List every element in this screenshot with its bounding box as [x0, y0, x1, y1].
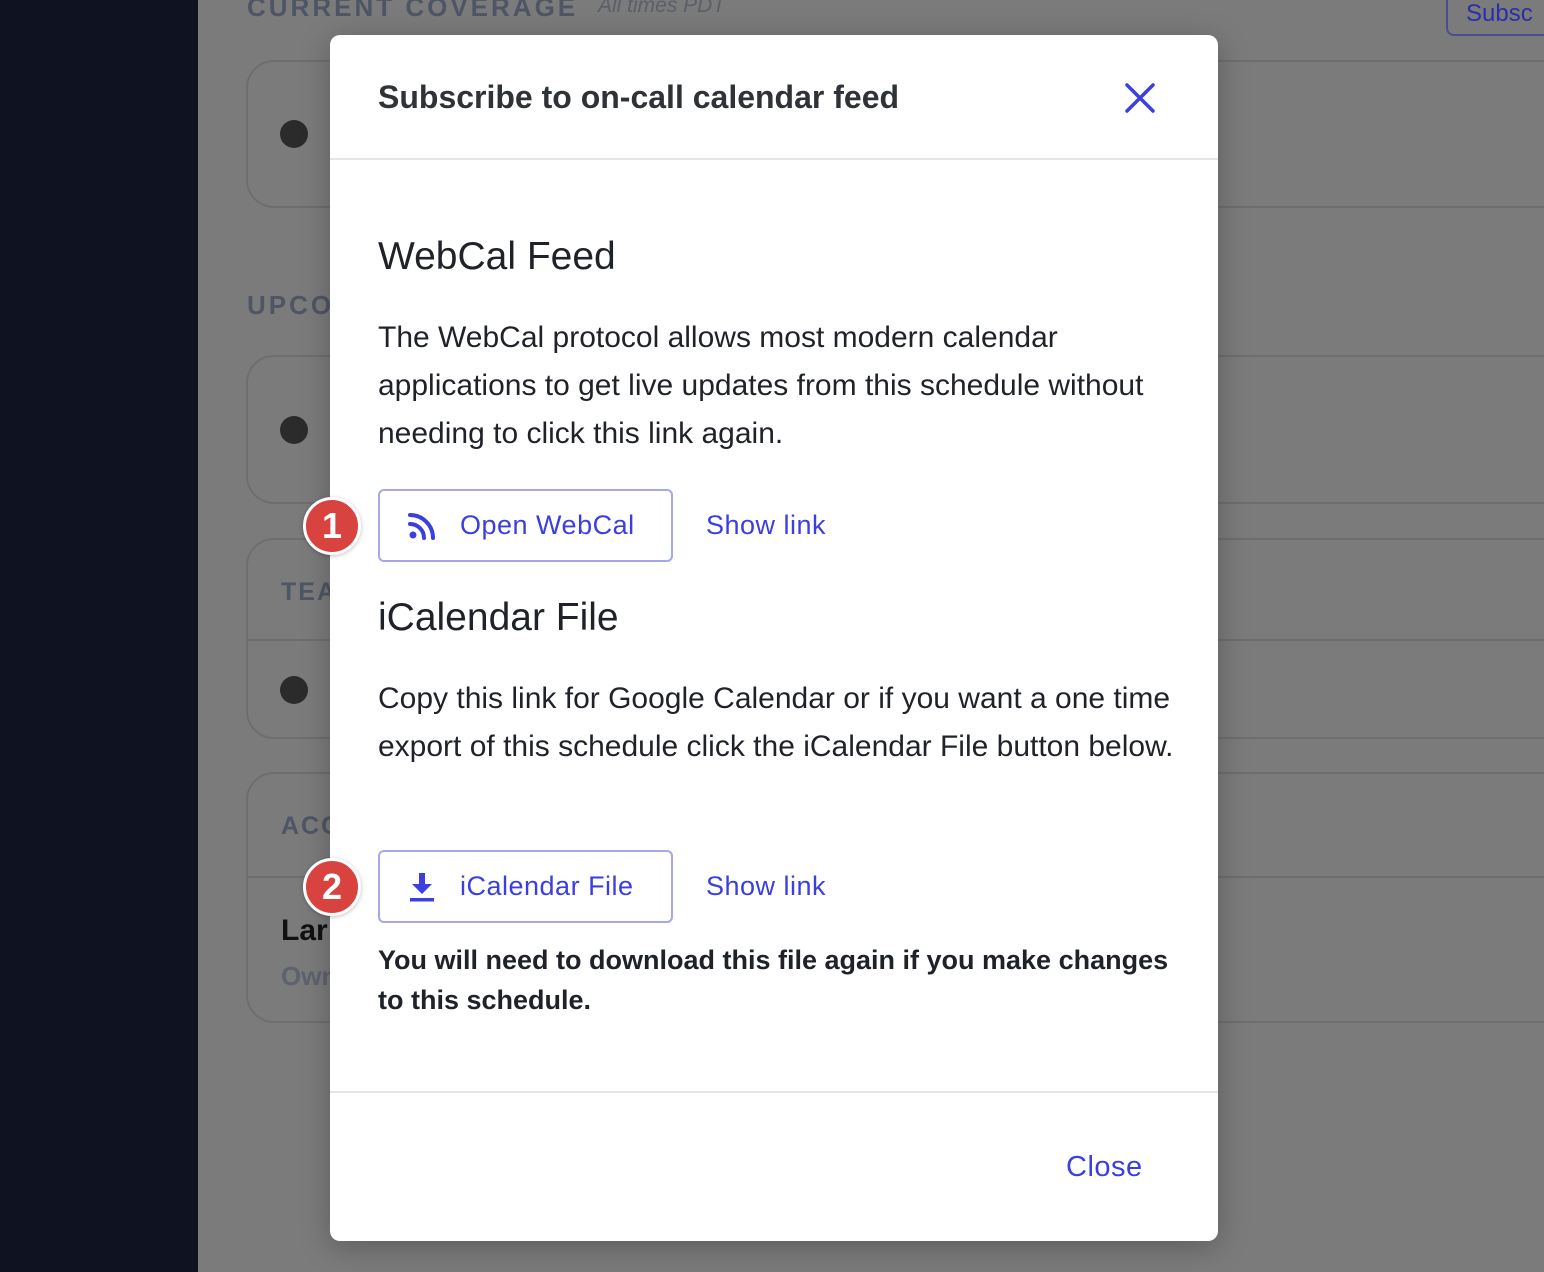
download-warning: You will need to download this file agai…: [378, 945, 1169, 1015]
status-dot: [280, 120, 308, 148]
footer-divider: [330, 1091, 1218, 1093]
download-icon: [406, 871, 438, 903]
modal-title: Subscribe to on-call calendar feed: [378, 79, 900, 115]
close-x-icon[interactable]: [1122, 80, 1158, 116]
modal-header: Subscribe to on-call calendar feed: [330, 35, 1218, 160]
icalendar-description: Copy this link for Google Calendar or if…: [378, 682, 1174, 763]
status-dot: [280, 676, 308, 704]
owner-name: Lar: [281, 914, 328, 947]
open-webcal-button[interactable]: Open WebCal: [378, 489, 673, 562]
subscribe-calendar-modal: Subscribe to on-call calendar feed WebCa…: [303, 35, 1218, 1241]
status-dot: [280, 416, 308, 444]
owner-role: Own: [281, 961, 338, 991]
open-webcal-label: Open WebCal: [460, 510, 635, 540]
icalendar-file-button[interactable]: iCalendar File: [378, 850, 673, 923]
subscribe-button[interactable]: Subsc: [1446, 0, 1544, 36]
webcal-description: The WebCal protocol allows most modern c…: [378, 321, 1144, 450]
icalendar-show-link[interactable]: Show link: [706, 871, 826, 902]
rss-feed-icon: [406, 510, 438, 542]
icalendar-file-label: iCalendar File: [460, 871, 634, 901]
current-coverage-heading: CURRENT COVERAGE: [247, 0, 579, 22]
timezone-note: All times PDT: [598, 0, 726, 17]
webcal-show-link[interactable]: Show link: [706, 510, 826, 541]
icalendar-section-title: iCalendar File: [378, 596, 619, 639]
step-badge-2: 2: [303, 858, 361, 916]
close-button[interactable]: Close: [1066, 1151, 1143, 1184]
step-badge-1: 1: [303, 497, 361, 555]
webcal-section-title: WebCal Feed: [378, 235, 616, 278]
upcoming-heading: UPCO: [247, 290, 335, 320]
teams-label: TEA: [281, 578, 337, 606]
app-sidebar: [0, 0, 198, 1272]
